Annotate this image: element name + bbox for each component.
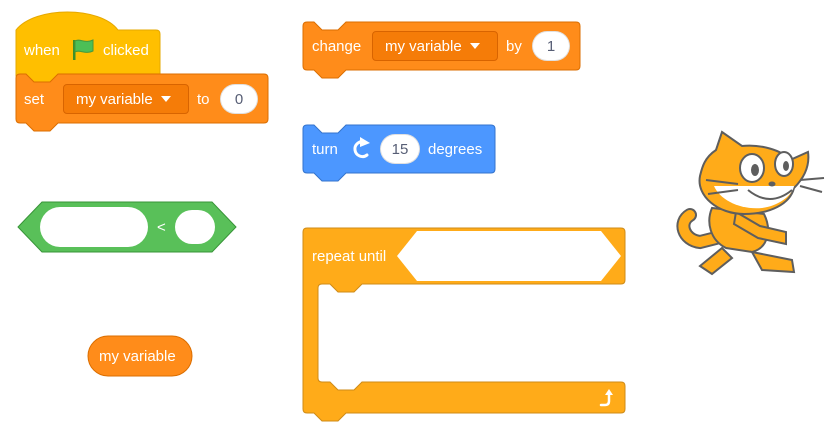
- change-variable-dropdown[interactable]: my variable: [372, 31, 498, 61]
- chevron-down-icon: [160, 96, 171, 102]
- change-variable-dropdown-value: my variable: [385, 37, 462, 55]
- less-than-left-input[interactable]: [40, 207, 148, 247]
- change-label: change: [312, 38, 362, 55]
- set-label: set: [24, 91, 45, 108]
- by-label: by: [506, 38, 522, 55]
- set-variable-dropdown[interactable]: my variable: [63, 84, 189, 114]
- turn-degrees-input[interactable]: 15: [380, 134, 420, 164]
- less-than-operator-label: <: [157, 219, 166, 236]
- set-value-input[interactable]: 0: [220, 84, 258, 114]
- less-than-right-input[interactable]: [175, 210, 215, 244]
- to-label: to: [197, 91, 210, 108]
- change-value-input[interactable]: 1: [532, 31, 570, 61]
- repeat-until-label: repeat until: [312, 248, 387, 265]
- when-label: when: [24, 42, 60, 59]
- turn-label: turn: [312, 141, 338, 158]
- my-variable-reporter-label: my variable: [99, 348, 176, 365]
- set-variable-dropdown-value: my variable: [76, 90, 153, 108]
- repeat-until-condition-slot[interactable]: [397, 231, 621, 281]
- clicked-label: clicked: [103, 42, 149, 59]
- chevron-down-icon: [469, 43, 480, 49]
- cat-sprite-icon: [676, 130, 825, 276]
- degrees-label: degrees: [428, 141, 483, 158]
